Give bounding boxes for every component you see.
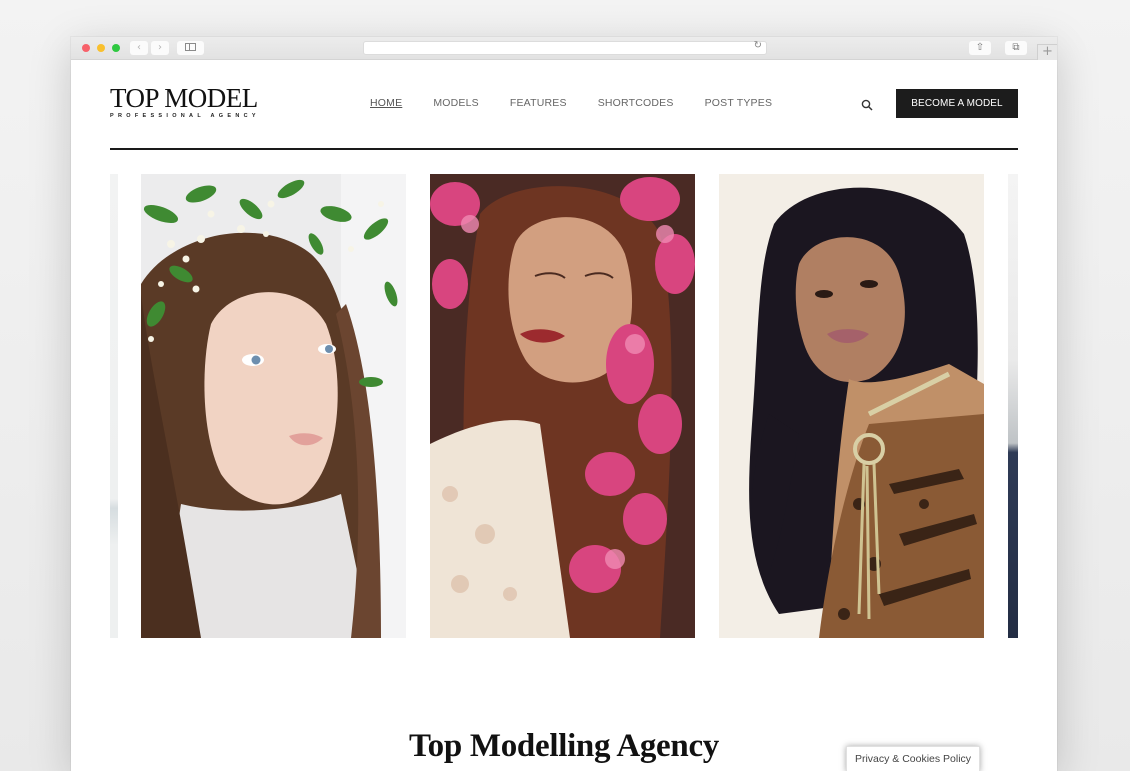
reload-icon[interactable]: ↻ [754,40,762,51]
nav-item-features[interactable]: FEATURES [510,97,567,109]
browser-titlebar: ‹ › ↻ ⇧ ⧉ + [71,37,1057,60]
model-carousel[interactable] [110,174,1018,638]
new-tab-button[interactable]: + [1037,44,1057,60]
search-icon[interactable] [861,99,873,111]
tabs-icon: ⧉ [1012,42,1020,53]
privacy-cookies-policy-button[interactable]: Privacy & Cookies Policy [846,746,980,771]
close-window-button[interactable] [82,44,90,52]
forward-button[interactable]: › [151,41,169,55]
maximize-window-button[interactable] [112,44,120,52]
carousel-slide[interactable] [141,174,406,638]
share-button[interactable]: ⇧ [969,41,991,55]
logo-title: TOP MODEL [110,83,258,113]
model-photo-3 [719,174,984,638]
sidebar-toggle-button[interactable] [177,41,204,55]
site-logo[interactable]: TOP MODEL PROFESSIONAL AGENCY [110,84,260,119]
browser-window: ‹ › ↻ ⇧ ⧉ + TOP MODEL PROFESSIONAL AGENC… [71,37,1057,771]
share-icon: ⇧ [975,42,985,53]
carousel-slide[interactable] [719,174,984,638]
model-photo-1 [141,174,406,638]
nav-item-home[interactable]: HOME [370,97,402,109]
carousel-slide-peek-right[interactable] [1008,174,1018,638]
main-nav: HOME MODELS FEATURES SHORTCODES POST TYP… [370,97,803,109]
address-bar[interactable]: ↻ [363,40,767,55]
nav-item-shortcodes[interactable]: SHORTCODES [598,97,674,109]
become-a-model-button[interactable]: BECOME A MODEL [896,89,1018,118]
carousel-slide-peek-left[interactable] [110,174,118,638]
chevron-right-icon: › [158,42,162,53]
back-button[interactable]: ‹ [130,41,148,55]
show-tabs-button[interactable]: ⧉ [1005,41,1027,55]
chevron-left-icon: ‹ [137,42,141,53]
logo-subtitle: PROFESSIONAL AGENCY [110,113,260,119]
sidebar-icon [185,43,196,51]
nav-item-models[interactable]: MODELS [433,97,479,109]
web-page: TOP MODEL PROFESSIONAL AGENCY HOME MODEL… [71,60,1057,771]
nav-item-post-types[interactable]: POST TYPES [705,97,773,109]
carousel-slide[interactable] [430,174,695,638]
plus-icon: + [1042,44,1053,59]
minimize-window-button[interactable] [97,44,105,52]
model-photo-2 [430,174,695,638]
header-divider [110,148,1018,150]
